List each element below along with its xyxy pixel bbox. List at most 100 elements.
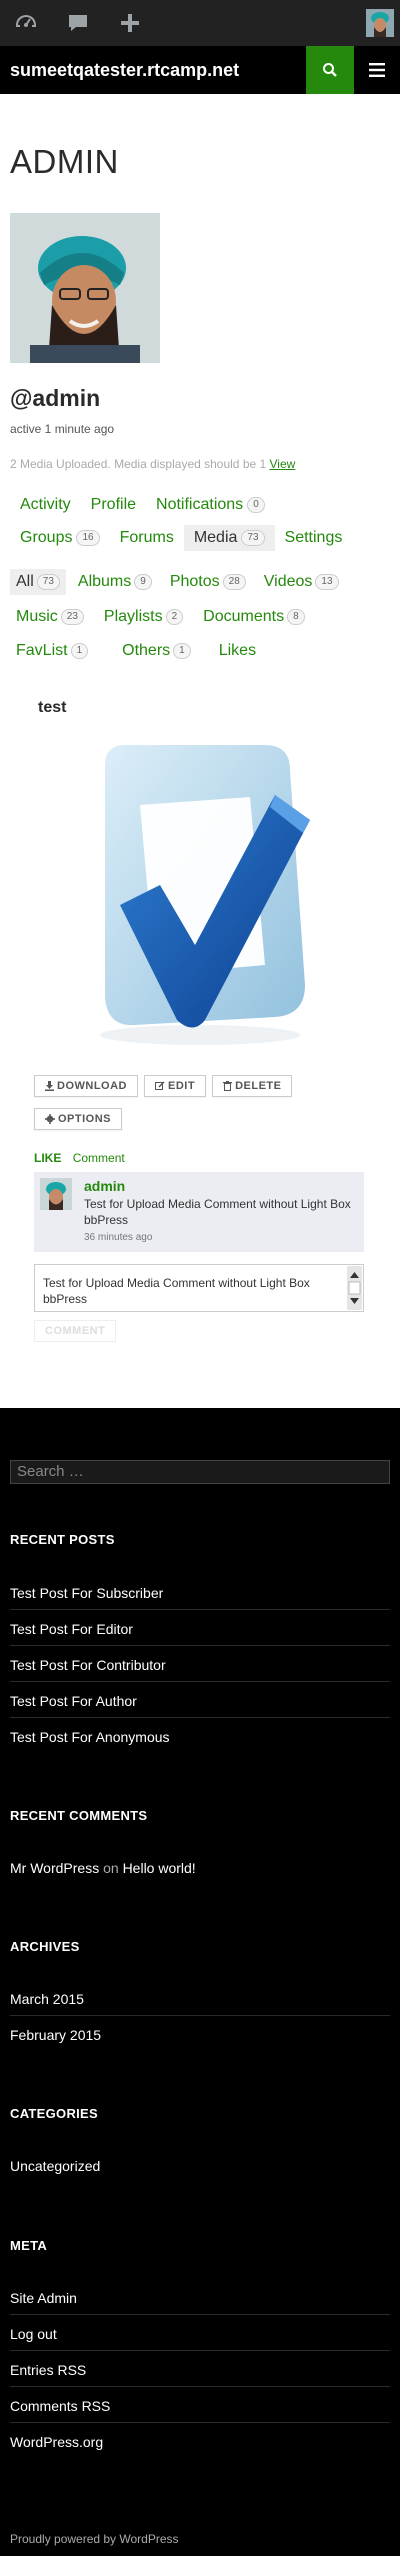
divider — [10, 2422, 390, 2423]
options-button[interactable]: OPTIONS — [34, 1108, 123, 1130]
subnav-all[interactable]: All 73 — [10, 569, 66, 595]
nav-label: Media — [193, 529, 238, 546]
download-button[interactable]: DOWNLOAD — [34, 1075, 138, 1097]
meta-link[interactable]: Entries RSS — [10, 2362, 390, 2378]
nav-settings[interactable]: Settings — [275, 525, 353, 551]
site-title[interactable]: sumeetqatester.rtcamp.net — [10, 60, 306, 81]
comment-textarea[interactable]: Test for Upload Media Comment without Li… — [34, 1264, 364, 1312]
nav-notifications[interactable]: Notifications 0 — [146, 492, 275, 518]
commenter-photo — [40, 1178, 72, 1210]
count-badge: 73 — [241, 530, 265, 546]
subnav-albums[interactable]: Albums 9 — [72, 569, 158, 595]
subnav-label: Photos — [169, 573, 220, 590]
subnav-music[interactable]: Music 23 — [10, 604, 90, 630]
download-label: DOWNLOAD — [57, 1080, 127, 1092]
recent-post-link[interactable]: Test Post For Subscriber — [10, 1585, 390, 1601]
footer-credit[interactable]: Proudly powered by WordPress — [10, 2532, 179, 2546]
subnav-playlists[interactable]: Playlists 2 — [98, 604, 189, 630]
checkmark-image — [100, 745, 310, 1045]
edit-button[interactable]: EDIT — [144, 1075, 207, 1097]
count-badge: 16 — [76, 530, 100, 546]
meta-link[interactable]: Comments RSS — [10, 2398, 390, 2414]
subnav-label: Music — [16, 608, 58, 625]
recent-post-link[interactable]: Test Post For Anonymous — [10, 1729, 390, 1745]
comment-author-link[interactable]: Mr WordPress — [10, 1860, 99, 1876]
count-badge: 13 — [315, 574, 339, 590]
new-content-menu[interactable] — [104, 0, 156, 46]
media-note-view-link[interactable]: View — [270, 457, 296, 471]
categories-title: CATEGORIES — [10, 2106, 98, 2121]
media-note: 2 Media Uploaded. Media displayed should… — [10, 457, 295, 471]
divider — [10, 2386, 390, 2387]
count-badge: 28 — [222, 574, 246, 590]
footer-search-input[interactable]: Search … — [10, 1460, 390, 1484]
subnav-label: Documents — [203, 608, 285, 625]
recent-post-link[interactable]: Test Post For Contributor — [10, 1657, 390, 1673]
subnav-label: FavList — [16, 642, 68, 659]
search-icon — [323, 63, 337, 77]
edit-label: EDIT — [168, 1080, 196, 1092]
count-badge: 1 — [70, 643, 89, 659]
search-toggle[interactable] — [306, 46, 354, 94]
comment-link[interactable]: Comment — [73, 1151, 125, 1165]
profile-nav-row-1: Activity Profile Notifications 0 — [10, 492, 275, 518]
nav-label: Forums — [119, 529, 174, 546]
page-title: ADMIN — [10, 143, 119, 180]
nav-forums[interactable]: Forums — [110, 525, 184, 551]
archive-link[interactable]: February 2015 — [10, 2027, 390, 2043]
comment-submit-button[interactable]: COMMENT — [34, 1320, 117, 1342]
media-subnav-row-3: FavList 1 Others 1 Likes — [10, 638, 262, 664]
nav-groups[interactable]: Groups 16 — [10, 525, 110, 551]
textarea-scrollbar[interactable] — [347, 1266, 362, 1310]
footer-widgets: Search … RECENT POSTS Test Post For Subs… — [0, 1408, 400, 2556]
recent-posts-title: RECENT POSTS — [10, 1532, 115, 1547]
new-content-icon — [121, 14, 139, 32]
recent-post-link[interactable]: Test Post For Author — [10, 1693, 390, 1709]
admin-bar-avatar[interactable] — [366, 9, 394, 37]
site-header: sumeetqatester.rtcamp.net — [0, 46, 400, 94]
comment-author[interactable]: admin — [84, 1178, 125, 1194]
comments-menu[interactable] — [52, 0, 104, 46]
profile-avatar[interactable] — [10, 213, 160, 363]
meta-link[interactable]: Log out — [10, 2326, 390, 2342]
nav-label: Settings — [284, 529, 343, 546]
archive-link[interactable]: March 2015 — [10, 1991, 390, 2007]
delete-button[interactable]: DELETE — [212, 1075, 293, 1097]
profile-handle: @admin — [10, 385, 101, 411]
subnav-likes[interactable]: Likes — [213, 638, 262, 664]
meta-title: META — [10, 2238, 48, 2253]
subnav-documents[interactable]: Documents 8 — [197, 604, 310, 630]
nav-profile[interactable]: Profile — [81, 492, 146, 518]
comment-on-text: on — [103, 1860, 119, 1876]
subnav-favlist[interactable]: FavList 1 — [10, 638, 94, 664]
category-link[interactable]: Uncategorized — [10, 2158, 390, 2174]
comment-text: Test for Upload Media Comment without Li… — [84, 1197, 351, 1227]
like-button[interactable]: LIKE — [34, 1151, 61, 1165]
recent-post-link[interactable]: Test Post For Editor — [10, 1621, 390, 1637]
meta-link[interactable]: WordPress.org — [10, 2434, 390, 2450]
nav-media[interactable]: Media 73 — [183, 525, 275, 551]
comment-post-link[interactable]: Hello world! — [123, 1860, 196, 1876]
subnav-label: Videos — [263, 573, 313, 590]
media-note-text: 2 Media Uploaded. Media displayed should… — [10, 457, 270, 471]
meta-link[interactable]: Site Admin — [10, 2290, 390, 2306]
avatar[interactable] — [40, 1178, 72, 1210]
nav-activity[interactable]: Activity — [10, 492, 81, 518]
menu-toggle[interactable] — [354, 46, 400, 94]
nav-label: Groups — [20, 529, 73, 546]
edit-icon — [155, 1081, 165, 1090]
subnav-videos[interactable]: Videos 13 — [258, 569, 345, 595]
subnav-photos[interactable]: Photos 28 — [164, 569, 252, 595]
media-image[interactable] — [65, 735, 335, 1050]
last-active: active 1 minute ago — [10, 422, 115, 436]
media-options-row: OPTIONS — [34, 1108, 123, 1130]
trash-icon — [223, 1081, 233, 1091]
subnav-label: Others — [122, 642, 171, 659]
subnav-label: Playlists — [103, 608, 163, 625]
divider — [10, 1681, 390, 1682]
dashboard-menu[interactable] — [0, 0, 52, 46]
media-title: test — [38, 699, 67, 716]
hamburger-icon — [369, 63, 385, 77]
comment-textarea-value: Test for Upload Media Comment without Li… — [43, 1276, 310, 1306]
subnav-others[interactable]: Others 1 — [116, 638, 197, 664]
